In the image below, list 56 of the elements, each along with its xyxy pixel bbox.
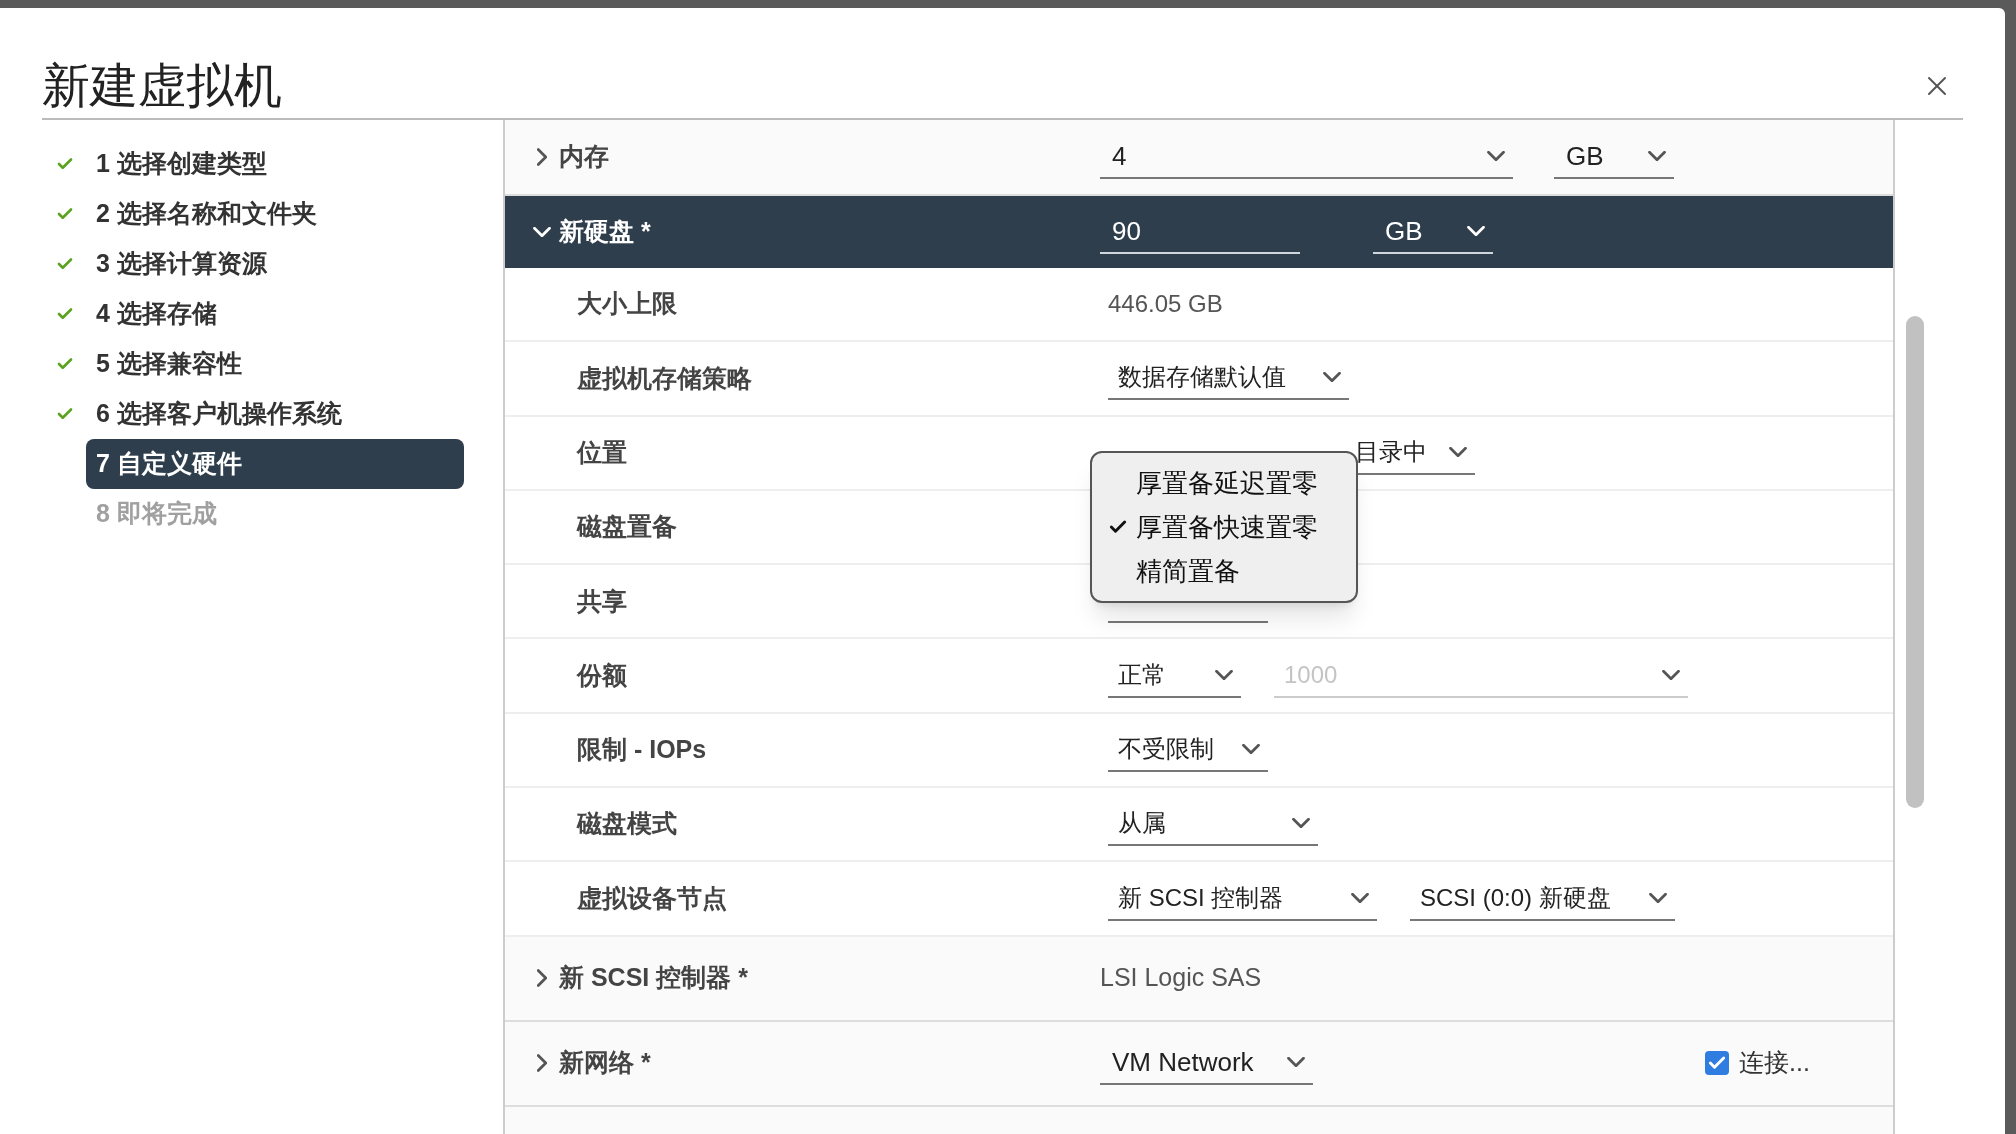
device-label: 新网络 *	[559, 1047, 651, 1079]
caret-icon	[1242, 743, 1260, 754]
menu-option[interactable]: 精简置备	[1136, 551, 1240, 591]
select-field[interactable]: 4	[1100, 135, 1513, 179]
setting-label: 磁盘模式	[577, 809, 677, 838]
select-field[interactable]: GB	[1554, 135, 1674, 179]
device-value: LSI Logic SAS	[1100, 962, 1262, 994]
chevron-right-icon[interactable]	[537, 148, 547, 166]
select-field[interactable]: VM Network	[1100, 1041, 1313, 1086]
select-field[interactable]: 正常	[1108, 653, 1241, 698]
wizard-step[interactable]: 5 选择兼容性	[86, 339, 252, 389]
setting-label: 磁盘置备	[577, 512, 677, 541]
caret-icon	[1351, 892, 1369, 903]
caret-icon	[1467, 226, 1485, 236]
caret-icon	[1649, 892, 1667, 903]
setting-label: 份额	[577, 660, 627, 689]
select-field[interactable]: 新 SCSI 控制器	[1108, 876, 1377, 921]
caret-icon	[1323, 372, 1341, 383]
setting-label: 虚拟设备节点	[577, 883, 727, 912]
chevron-down-icon[interactable]	[533, 227, 551, 237]
caret-icon	[1287, 1057, 1305, 1068]
wizard-step[interactable]: 1 选择创建类型	[86, 139, 277, 189]
setting-label: 共享	[577, 586, 627, 615]
select-field[interactable]: 从属	[1108, 802, 1318, 847]
connect-label: 连接...	[1739, 1047, 1810, 1079]
menu-option[interactable]: 厚置备延迟置零	[1136, 463, 1318, 503]
setting-label: 虚拟机存储策略	[577, 363, 752, 392]
select-field[interactable]: SCSI (0:0) 新硬盘	[1410, 876, 1675, 921]
wizard-step[interactable]: 6 选择客户机操作系统	[86, 389, 352, 439]
select-field[interactable]: 数据存储默认值	[1108, 356, 1349, 401]
menu-option[interactable]: 厚置备快速置零	[1136, 507, 1318, 547]
caret-icon	[1662, 669, 1680, 680]
wizard-step[interactable]: 4 选择存储	[86, 289, 227, 339]
disk-label: 新硬盘 *	[559, 216, 651, 248]
setting-label: 大小上限	[577, 289, 677, 318]
select-field[interactable]: 不受限制	[1108, 727, 1268, 772]
scrollbar-thumb[interactable]	[1906, 316, 1924, 808]
chevron-right-icon[interactable]	[537, 1054, 547, 1073]
caret-icon	[1487, 151, 1505, 161]
connect-checkbox[interactable]	[1705, 1051, 1729, 1076]
caret-icon	[1215, 669, 1233, 680]
caret-icon	[1449, 446, 1467, 457]
setting-value: 446.05 GB	[1108, 289, 1223, 320]
caret-icon	[1648, 151, 1666, 161]
caret-icon	[1292, 818, 1310, 829]
setting-label: 限制 - IOPs	[577, 735, 707, 764]
chevron-right-icon[interactable]	[537, 969, 547, 988]
setting-label: 位置	[577, 438, 627, 466]
device-label: 新 SCSI 控制器 *	[559, 962, 748, 994]
wizard-step[interactable]: 2 选择名称和文件夹	[86, 189, 327, 239]
wizard-step[interactable]: 7 自定义硬件	[86, 439, 464, 489]
wizard-step[interactable]: 3 选择计算资源	[86, 239, 277, 289]
dialog-title: 新建虚拟机	[42, 62, 282, 110]
memory-label: 内存	[559, 141, 609, 173]
select-field[interactable]: GB	[1373, 210, 1493, 254]
size-input[interactable]: 90	[1100, 210, 1300, 254]
